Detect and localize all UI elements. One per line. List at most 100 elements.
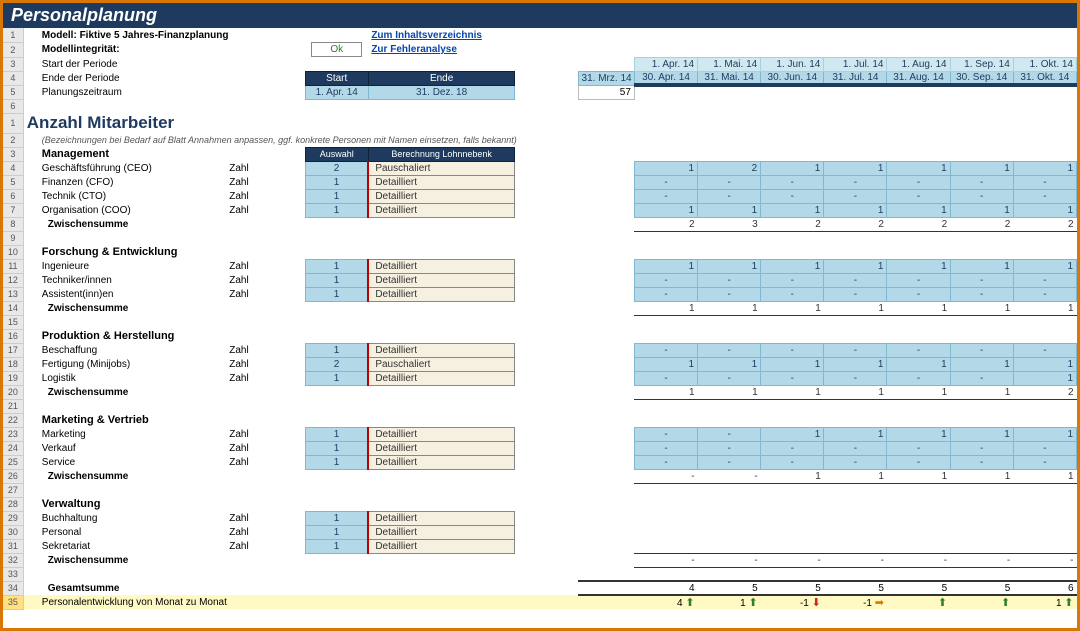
row-number[interactable]: 4	[3, 161, 23, 175]
row-number[interactable]: 26	[3, 469, 23, 483]
cell[interactable]: 1	[1013, 161, 1076, 175]
row-number[interactable]: 18	[3, 357, 23, 371]
cell[interactable]: 1	[824, 203, 887, 217]
cell[interactable]: -	[761, 455, 824, 469]
row-1-1-sel[interactable]: 1	[305, 273, 368, 287]
cell[interactable]: 1	[1013, 427, 1076, 441]
row-3-2-sel[interactable]: 1	[305, 455, 368, 469]
cell[interactable]: -	[634, 189, 697, 203]
row-number[interactable]: 10	[3, 245, 23, 259]
row-2-2-sel[interactable]: 1	[305, 371, 368, 385]
cell[interactable]: -	[950, 455, 1013, 469]
cell[interactable]: -	[698, 371, 761, 385]
cell[interactable]: -	[634, 455, 697, 469]
cell[interactable]: -	[950, 343, 1013, 357]
row-number[interactable]: 1	[3, 28, 23, 42]
cell[interactable]: -	[634, 175, 697, 189]
cell[interactable]: 1	[950, 203, 1013, 217]
cell[interactable]: -	[824, 441, 887, 455]
cell[interactable]: -	[698, 455, 761, 469]
cell[interactable]: 1	[1013, 259, 1076, 273]
row-number[interactable]: 20	[3, 385, 23, 399]
row-number[interactable]: 13	[3, 287, 23, 301]
row-number[interactable]: 15	[3, 315, 23, 329]
row-number[interactable]: 14	[3, 301, 23, 315]
cell[interactable]: 1	[634, 203, 697, 217]
cell[interactable]: -	[698, 175, 761, 189]
cell[interactable]: -	[761, 371, 824, 385]
cell[interactable]: 1	[1013, 371, 1076, 385]
cell[interactable]: -	[950, 287, 1013, 301]
cell[interactable]: -	[887, 287, 950, 301]
cell[interactable]: 1	[887, 427, 950, 441]
row-2-1-calc[interactable]: Pauschaliert	[368, 357, 515, 371]
link-err[interactable]: Zur Fehleranalyse	[371, 44, 457, 55]
cell[interactable]: 1	[887, 203, 950, 217]
cell[interactable]: 1	[887, 357, 950, 371]
row-number[interactable]: 2	[3, 42, 23, 57]
cell[interactable]: -	[761, 287, 824, 301]
cell[interactable]: -	[824, 371, 887, 385]
cell[interactable]: 1	[824, 357, 887, 371]
cell[interactable]: 1	[824, 427, 887, 441]
cell[interactable]: -	[887, 175, 950, 189]
row-number[interactable]: 3	[3, 57, 23, 71]
cell[interactable]: 1	[761, 203, 824, 217]
cell[interactable]: 1	[761, 259, 824, 273]
row-number[interactable]: 31	[3, 539, 23, 553]
cell[interactable]: 1	[1013, 357, 1076, 371]
row-number[interactable]: 6	[3, 189, 23, 203]
cell[interactable]: -	[698, 441, 761, 455]
cell[interactable]: 1	[950, 357, 1013, 371]
cell[interactable]: -	[761, 441, 824, 455]
row-3-0-calc[interactable]: Detailliert	[368, 427, 515, 441]
row-number[interactable]: 25	[3, 455, 23, 469]
cell[interactable]: -	[698, 273, 761, 287]
row-number[interactable]: 4	[3, 71, 23, 85]
cell[interactable]: -	[887, 343, 950, 357]
cell[interactable]: -	[950, 371, 1013, 385]
cell[interactable]: -	[761, 189, 824, 203]
row-number[interactable]: 16	[3, 329, 23, 343]
cell[interactable]: 1	[1013, 203, 1076, 217]
cell[interactable]: -	[1013, 455, 1076, 469]
cell[interactable]: -	[634, 343, 697, 357]
row-3-0-sel[interactable]: 1	[305, 427, 368, 441]
cell[interactable]: -	[1013, 189, 1076, 203]
cell[interactable]: -	[1013, 175, 1076, 189]
cell[interactable]: -	[824, 287, 887, 301]
row-number[interactable]: 3	[3, 147, 23, 161]
cell[interactable]: -	[824, 343, 887, 357]
row-number[interactable]: 11	[3, 259, 23, 273]
row-0-1-sel[interactable]: 1	[305, 175, 368, 189]
row-0-0-sel[interactable]: 2	[305, 161, 368, 175]
row-1-2-calc[interactable]: Detailliert	[368, 287, 515, 301]
row-number[interactable]: 5	[3, 85, 23, 99]
cell[interactable]: -	[824, 273, 887, 287]
cell[interactable]: 1	[950, 427, 1013, 441]
row-number[interactable]: 22	[3, 413, 23, 427]
row-1-1-calc[interactable]: Detailliert	[368, 273, 515, 287]
row-0-1-calc[interactable]: Detailliert	[368, 175, 515, 189]
cell[interactable]: 1	[887, 161, 950, 175]
row-number[interactable]: 2	[3, 133, 23, 147]
row-0-3-calc[interactable]: Detailliert	[368, 203, 515, 217]
cell[interactable]: -	[824, 455, 887, 469]
cell[interactable]: -	[824, 175, 887, 189]
cell[interactable]: -	[1013, 287, 1076, 301]
row-0-0-calc[interactable]: Pauschaliert	[368, 161, 515, 175]
row-number[interactable]: 33	[3, 567, 23, 581]
cell[interactable]: -	[950, 273, 1013, 287]
cell[interactable]: 1	[698, 259, 761, 273]
cell[interactable]: 1	[824, 161, 887, 175]
row-number[interactable]: 30	[3, 525, 23, 539]
row-0-2-sel[interactable]: 1	[305, 189, 368, 203]
row-4-2-sel[interactable]: 1	[305, 539, 368, 553]
row-1-0-calc[interactable]: Detailliert	[368, 259, 515, 273]
cell[interactable]: -	[761, 343, 824, 357]
row-4-1-sel[interactable]: 1	[305, 525, 368, 539]
cell[interactable]: -	[634, 371, 697, 385]
cell[interactable]: -	[824, 189, 887, 203]
cell[interactable]: -	[698, 343, 761, 357]
cell[interactable]: -	[887, 441, 950, 455]
